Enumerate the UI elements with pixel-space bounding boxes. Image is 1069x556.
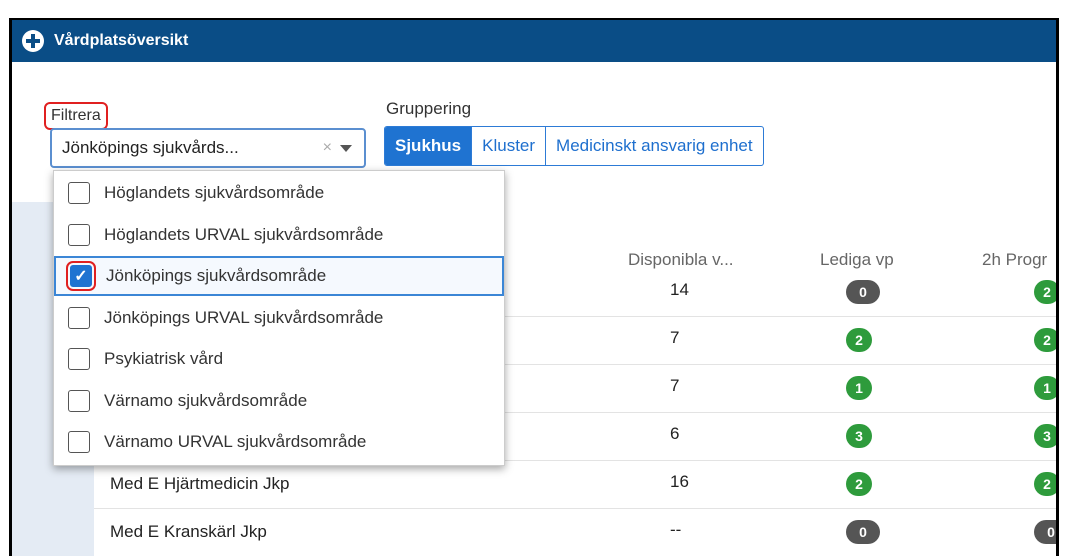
column-header-lediga[interactable]: Lediga vp [820,250,894,270]
filter-option[interactable]: Höglandets URVAL sjukvårdsområde [54,215,504,255]
badge-prog: 3 [1034,424,1056,448]
badge-prog: 1 [1034,376,1056,400]
badge-lediga: 2 [846,328,872,352]
row-name: Med E Kranskärl Jkp [110,522,267,541]
badge-lediga: 2 [846,472,872,496]
badge-lediga: 0 [846,520,880,544]
filter-option-label: Jönköpings sjukvårdsområde [106,266,327,285]
row-disponibla: -- [670,520,682,539]
grouping-segmented-control: Sjukhus Kluster Medicinskt ansvarig enhe… [384,126,764,166]
checkbox-icon[interactable] [68,306,90,329]
column-header-progn[interactable]: 2h Progr [982,250,1047,270]
filter-option[interactable]: Värnamo URVAL sjukvårdsområde [54,422,504,462]
clear-icon[interactable]: × [323,139,332,157]
filter-option-label: Värnamo URVAL sjukvårdsområde [104,432,367,451]
chevron-down-icon[interactable] [340,144,352,152]
filter-option[interactable]: Värnamo sjukvårdsområde [54,381,504,421]
grouping-mae-button[interactable]: Medicinskt ansvarig enhet [545,127,763,165]
filter-option[interactable]: Psykiatrisk vård [54,339,504,379]
filter-option-label: Höglandets URVAL sjukvårdsområde [104,224,384,244]
title-bar: Vårdplatsöversikt [12,20,1056,62]
badge-lediga: 1 [846,376,872,400]
badge-prog: 2 [1034,328,1056,352]
grouping-kluster-button[interactable]: Kluster [471,127,545,165]
filter-option-label: Värnamo sjukvårdsområde [104,390,308,410]
checkbox-icon[interactable] [68,182,90,204]
grouping-sjukhus-button[interactable]: Sjukhus [385,127,472,165]
filter-option-label: Höglandets sjukvårdsområde [104,183,325,202]
filter-option[interactable]: ✓ Jönköpings sjukvårdsområde [54,256,504,296]
row-disponibla: 14 [670,280,689,299]
checkbox-icon[interactable] [68,389,90,412]
row-name: Med E Hjärtmedicin Jkp [110,474,290,493]
row-disponibla: 7 [670,376,680,395]
column-header-disponibla[interactable]: Disponibla v... [628,250,734,270]
heading-fragment [0,0,1069,18]
badge-prog: 2 [1034,280,1056,304]
table-row[interactable]: Med E Kranskärl Jkp -- 0 0 [94,508,1056,556]
filter-option-label: Psykiatrisk vård [104,349,224,368]
badge-lediga: 3 [846,424,872,448]
row-disponibla: 7 [670,328,680,347]
checkbox-icon[interactable] [68,223,90,246]
row-disponibla: 16 [670,472,689,491]
checkbox-icon[interactable] [68,431,90,453]
grouping-label: Gruppering [386,99,472,118]
filter-dropdown-menu: Höglandets sjukvårdsområde Höglandets URV… [53,170,505,466]
badge-prog: 0 [1034,520,1056,544]
filter-select[interactable]: Jönköpings sjukvårds... × [50,128,366,168]
filter-option-label: Jönköpings URVAL sjukvårdsområde [104,307,384,327]
badge-lediga: 0 [846,280,880,304]
filter-option[interactable]: Jönköpings URVAL sjukvårdsområde [54,298,504,338]
window-title: Vårdplatsöversikt [54,32,189,49]
table-row[interactable]: Med E Hjärtmedicin Jkp 16 2 2 [94,460,1056,509]
badge-prog: 2 [1034,472,1056,496]
checkbox-icon[interactable] [68,348,90,370]
filter-selected-value: Jönköpings sjukvårds... [62,138,239,157]
medical-cross-icon [22,30,44,52]
row-disponibla: 6 [670,424,680,443]
checkbox-checked-icon[interactable]: ✓ [66,261,96,291]
filter-label: Filtrera [44,102,108,130]
filter-option[interactable]: Höglandets sjukvårdsområde [54,173,504,213]
